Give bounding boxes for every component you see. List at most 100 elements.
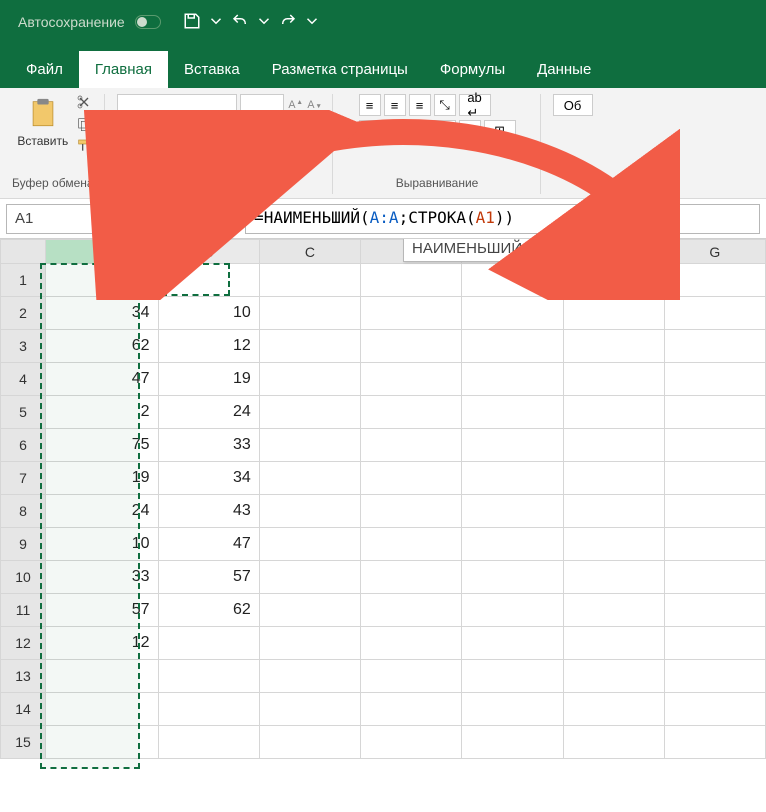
redo-icon[interactable]: [279, 12, 297, 33]
fill-color-button[interactable]: [217, 120, 239, 142]
cell[interactable]: 2: [46, 396, 159, 429]
align-bottom-icon[interactable]: ≡: [409, 94, 431, 116]
dropdown-icon[interactable]: [303, 12, 321, 33]
cell[interactable]: [462, 462, 563, 495]
cell[interactable]: [462, 627, 563, 660]
font-color-button[interactable]: A: [242, 120, 264, 142]
cell[interactable]: [46, 726, 159, 759]
wrap-text-icon[interactable]: ab↵: [459, 94, 491, 116]
cell[interactable]: [361, 429, 462, 462]
cell[interactable]: [361, 726, 462, 759]
cell[interactable]: [563, 561, 664, 594]
cell[interactable]: [259, 627, 360, 660]
cell[interactable]: [462, 363, 563, 396]
cell[interactable]: [361, 297, 462, 330]
italic-button[interactable]: К: [142, 120, 164, 142]
cell[interactable]: 57: [158, 561, 259, 594]
column-header-a[interactable]: A: [46, 240, 159, 264]
chevron-down-icon[interactable]: ▾: [139, 210, 147, 228]
cell[interactable]: [158, 693, 259, 726]
bold-button[interactable]: Ж: [117, 120, 139, 142]
row-header[interactable]: 1: [1, 264, 46, 297]
row-header[interactable]: 2: [1, 297, 46, 330]
cell[interactable]: [361, 627, 462, 660]
align-middle-icon[interactable]: ≡: [384, 94, 406, 116]
cell[interactable]: [664, 627, 765, 660]
cell[interactable]: [664, 429, 765, 462]
cell[interactable]: [664, 594, 765, 627]
copy-icon[interactable]: [76, 116, 92, 135]
tab-data[interactable]: Данные: [521, 51, 607, 88]
cell[interactable]: [664, 528, 765, 561]
cell[interactable]: 10: [158, 297, 259, 330]
cell[interactable]: [462, 429, 563, 462]
cell[interactable]: [259, 726, 360, 759]
border-button[interactable]: [192, 120, 214, 142]
cell[interactable]: [361, 462, 462, 495]
cell[interactable]: [664, 330, 765, 363]
decrease-indent-icon[interactable]: ⇤: [434, 120, 456, 142]
tab-layout[interactable]: Разметка страницы: [256, 51, 424, 88]
dropdown-icon[interactable]: [207, 12, 225, 33]
cell[interactable]: [462, 561, 563, 594]
save-icon[interactable]: [183, 12, 201, 33]
row-header[interactable]: 12: [1, 627, 46, 660]
row-header[interactable]: 9: [1, 528, 46, 561]
row-header[interactable]: 14: [1, 693, 46, 726]
cell[interactable]: [361, 693, 462, 726]
cell[interactable]: [462, 594, 563, 627]
cell[interactable]: 62: [158, 594, 259, 627]
cell[interactable]: 34: [158, 462, 259, 495]
cell[interactable]: [664, 297, 765, 330]
cell[interactable]: [563, 594, 664, 627]
cell[interactable]: [462, 396, 563, 429]
cell[interactable]: 47: [46, 363, 159, 396]
name-box[interactable]: A1 ▾: [6, 204, 156, 234]
cell[interactable]: [158, 726, 259, 759]
align-right-icon[interactable]: ≡: [409, 120, 431, 142]
cell[interactable]: [563, 330, 664, 363]
cell[interactable]: 24: [46, 495, 159, 528]
cancel-icon[interactable]: [170, 209, 186, 228]
cut-icon[interactable]: [76, 94, 92, 113]
cell[interactable]: [361, 330, 462, 363]
undo-icon[interactable]: [231, 12, 249, 33]
cell[interactable]: [462, 495, 563, 528]
row-header[interactable]: 6: [1, 429, 46, 462]
cell[interactable]: 33: [46, 561, 159, 594]
tab-file[interactable]: Файл: [10, 51, 79, 88]
font-size-dropdown[interactable]: [240, 94, 284, 116]
cell[interactable]: [664, 264, 765, 297]
merge-icon[interactable]: ⊞: [484, 120, 516, 142]
tab-home[interactable]: Главная: [79, 51, 168, 88]
cell[interactable]: 62: [46, 330, 159, 363]
cell[interactable]: [361, 660, 462, 693]
row-header[interactable]: 13: [1, 660, 46, 693]
cell[interactable]: 24: [158, 396, 259, 429]
cell[interactable]: 10: [46, 528, 159, 561]
align-center-icon[interactable]: ≡: [384, 120, 406, 142]
cell[interactable]: [563, 297, 664, 330]
dropdown-icon[interactable]: [255, 12, 273, 33]
autosave-toggle[interactable]: Автосохранение: [18, 14, 161, 30]
cell[interactable]: [259, 297, 360, 330]
align-left-icon[interactable]: ≡: [359, 120, 381, 142]
cell[interactable]: 12: [46, 627, 159, 660]
cell[interactable]: [361, 264, 462, 297]
cell[interactable]: [664, 396, 765, 429]
cell[interactable]: [361, 495, 462, 528]
paste-button[interactable]: Вставить: [13, 94, 72, 150]
cell[interactable]: [259, 264, 360, 297]
cell[interactable]: [259, 330, 360, 363]
orientation-icon[interactable]: ⤡: [434, 94, 456, 116]
underline-button[interactable]: Ч: [167, 120, 189, 142]
cell[interactable]: [664, 495, 765, 528]
cell[interactable]: [462, 693, 563, 726]
cell[interactable]: [361, 528, 462, 561]
tab-formulas[interactable]: Формулы: [424, 51, 521, 88]
cell[interactable]: [462, 264, 563, 297]
row-header[interactable]: 3: [1, 330, 46, 363]
cell[interactable]: 47: [158, 528, 259, 561]
format-painter-icon[interactable]: [76, 138, 92, 157]
cell[interactable]: [563, 363, 664, 396]
